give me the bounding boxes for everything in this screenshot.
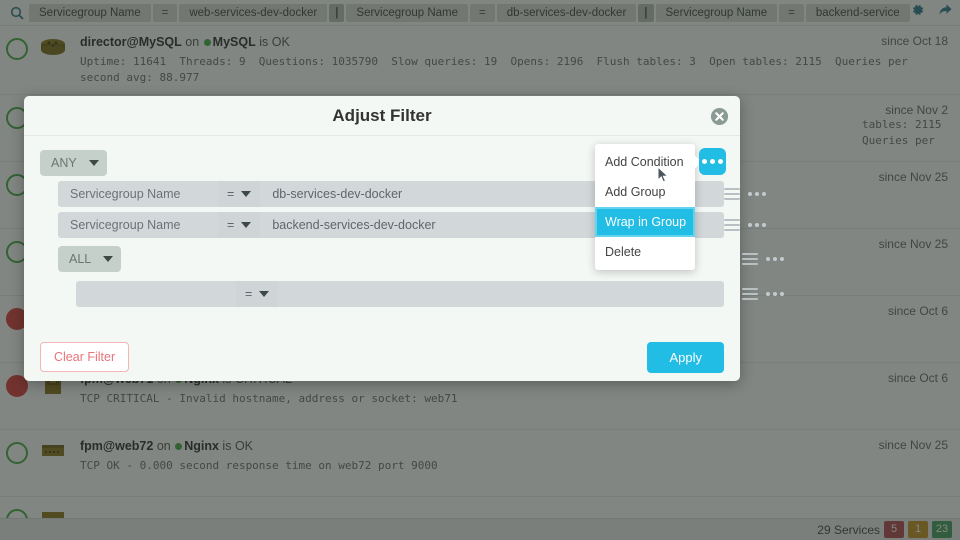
condition-operator-label: = <box>245 287 253 301</box>
mouse-cursor-icon <box>657 165 670 183</box>
service-output: Uptime: 11641 Threads: 9 Questions: 1035… <box>80 55 908 84</box>
sub-group-operator-select[interactable]: ALL <box>58 246 122 272</box>
service-since: since Nov 25 <box>878 170 948 184</box>
filter-chip-field[interactable]: Servicegroup Name <box>655 3 778 22</box>
ellipsis-icon[interactable] <box>748 192 766 196</box>
status-badge-critical[interactable]: 5 <box>884 521 904 538</box>
search-icon[interactable] <box>6 6 28 20</box>
root-group-menu-trigger[interactable] <box>699 148 726 175</box>
service-name: director@MySQL <box>80 35 182 49</box>
service-output: TCP OK - 0.000 second response time on w… <box>80 459 438 472</box>
clear-filter-button[interactable]: Clear Filter <box>40 342 130 372</box>
status-bar: 29 Services 5 1 23 <box>0 518 960 540</box>
filter-chip-value[interactable]: backend-service <box>805 3 910 22</box>
service-since: since Oct 6 <box>887 304 948 318</box>
condition-field-input[interactable]: Servicegroup Name <box>58 181 218 207</box>
service-title: director@MySQL on MySQL is OK <box>80 34 946 50</box>
service-since: since Nov 2 <box>885 103 948 117</box>
condition-operator-label: = <box>227 218 235 232</box>
row-tools <box>724 181 776 207</box>
close-icon[interactable] <box>710 107 729 126</box>
service-since: since Oct 6 <box>887 371 948 385</box>
root-group-operator-select[interactable]: ANY <box>40 150 107 176</box>
condition-field-input[interactable] <box>76 281 236 307</box>
menu-item-add-condition[interactable]: Add Condition <box>595 147 695 177</box>
menu-item-delete[interactable]: Delete <box>595 237 695 267</box>
ellipsis-icon[interactable] <box>766 257 784 261</box>
row-tools <box>724 212 776 238</box>
condition-operator-select[interactable]: = <box>218 212 261 238</box>
menu-item-wrap-in-group[interactable]: Wrap in Group <box>595 165 695 237</box>
menu-item-add-group[interactable]: Add Group <box>595 177 695 207</box>
row-tools <box>742 246 794 272</box>
page-title: Adjust Filter <box>332 105 432 125</box>
sub-group-operator-label: ALL <box>69 252 92 266</box>
adjust-filter-dialog: Adjust Filter ANY Servicegroup Name = db… <box>24 96 784 381</box>
condition-operator-label: = <box>227 187 235 201</box>
drag-handle-icon[interactable] <box>742 288 758 300</box>
application-window: Servicegroup Name = web-services-dev-doc… <box>0 0 960 540</box>
service-output: tables: 2115 Queries per <box>862 118 955 147</box>
topbar-actions <box>911 3 959 22</box>
status-badge-ok[interactable]: 23 <box>932 521 952 538</box>
service-name: fpm@web72 <box>80 439 154 453</box>
filter-chip-field[interactable]: Servicegroup Name <box>29 3 151 22</box>
service-output: TCP CRITICAL - Invalid hostname, address… <box>80 392 458 405</box>
status-summary: 29 Services <box>817 522 880 537</box>
context-menu: Add Condition Add Group Wrap in Group De… <box>595 144 702 270</box>
chevron-down-icon <box>88 160 99 166</box>
service-plugin: MySQL <box>212 35 256 49</box>
share-arrow-icon[interactable] <box>938 3 953 22</box>
drag-handle-icon[interactable] <box>724 188 740 200</box>
service-is-label: is <box>222 439 232 453</box>
service-since: since Nov 25 <box>878 438 948 452</box>
service-plugin: Nginx <box>184 439 219 453</box>
apply-button[interactable]: Apply <box>647 341 724 373</box>
filter-chip-operator[interactable]: = <box>470 3 495 22</box>
service-row[interactable]: fpm@web72 on Nginx is OK TCP OK - 0.000 … <box>0 430 960 497</box>
drag-handle-icon[interactable] <box>742 253 758 265</box>
service-on-label: on <box>156 439 171 453</box>
plugin-status-dot <box>175 443 183 451</box>
service-since: since Oct 18 <box>881 34 948 48</box>
service-since: since Nov 25 <box>878 237 948 251</box>
condition-operator-select[interactable]: = <box>218 181 261 207</box>
service-title: fpm@web72 on Nginx is OK <box>80 438 946 454</box>
filter-chip-operator[interactable]: = <box>779 3 804 22</box>
condition-field-input[interactable]: Servicegroup Name <box>58 212 218 238</box>
filter-chip-separator: | <box>638 3 654 22</box>
condition-operator-select[interactable]: = <box>236 281 279 307</box>
filter-chip-value[interactable]: db-services-dev-docker <box>496 3 637 22</box>
ellipsis-icon[interactable] <box>748 223 766 227</box>
row-tools <box>742 281 794 307</box>
filter-chip-field[interactable]: Servicegroup Name <box>346 3 469 22</box>
dialog-footer: Clear Filter Apply <box>24 333 740 381</box>
filter-chip-separator: | <box>329 3 345 22</box>
filter-chip-value[interactable]: web-services-dev-docker <box>179 3 328 22</box>
ellipsis-icon[interactable] <box>766 292 784 296</box>
drag-handle-icon[interactable] <box>724 219 740 231</box>
plugin-status-dot <box>203 39 211 47</box>
service-state-indicator <box>6 442 28 464</box>
service-on-label: on <box>185 35 200 49</box>
service-host-icon <box>38 440 68 462</box>
chevron-down-icon <box>241 191 252 197</box>
filter-chip-operator[interactable]: = <box>152 3 178 22</box>
filter-condition-row[interactable]: = <box>76 281 784 307</box>
service-host-icon <box>38 36 68 58</box>
condition-value-input[interactable] <box>278 281 724 307</box>
service-row[interactable]: director@MySQL on MySQL is OK Uptime: 11… <box>0 26 960 95</box>
chevron-down-icon <box>241 222 252 228</box>
filter-search-bar[interactable]: Servicegroup Name = web-services-dev-doc… <box>0 0 960 26</box>
status-badge-warning[interactable]: 1 <box>908 521 928 538</box>
dialog-header: Adjust Filter <box>24 96 740 136</box>
chevron-down-icon <box>259 291 270 297</box>
gear-icon[interactable] <box>911 3 925 22</box>
chevron-down-icon <box>103 256 114 262</box>
root-group-operator-label: ANY <box>51 156 77 170</box>
service-state-indicator <box>6 38 28 60</box>
service-status: OK <box>271 35 290 49</box>
service-status: OK <box>234 439 253 453</box>
service-is-label: is <box>259 35 269 49</box>
